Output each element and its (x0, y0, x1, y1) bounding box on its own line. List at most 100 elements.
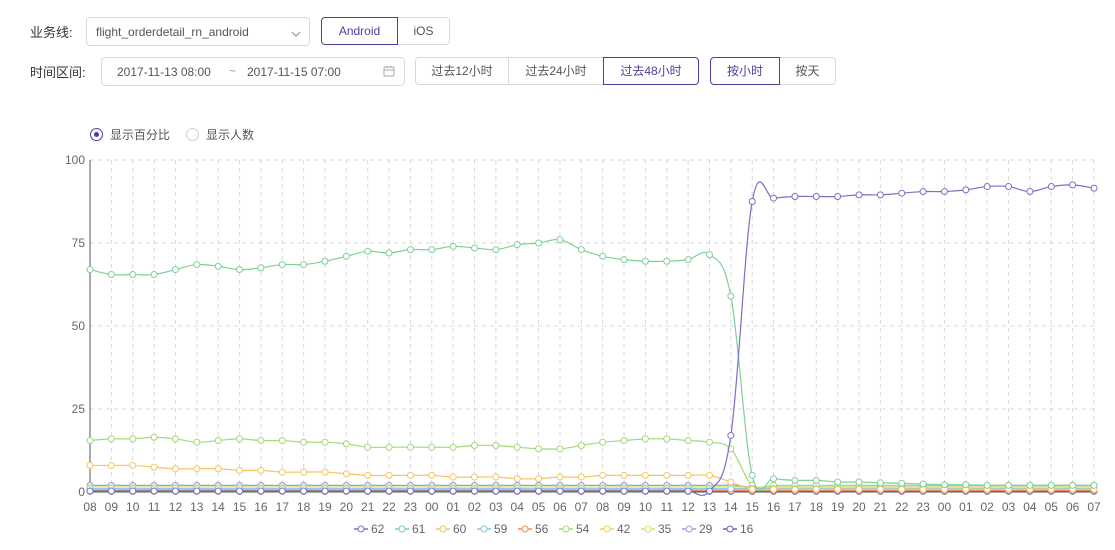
data-point-61 (385, 249, 393, 257)
data-point-54 (214, 437, 222, 445)
series-line-62 (89, 181, 1095, 496)
x-tick-label: 02 (981, 500, 995, 514)
x-tick-label: 08 (596, 500, 610, 514)
x-tick-label: 14 (724, 500, 738, 514)
legend-label-61: 61 (412, 522, 426, 536)
platform-android-button[interactable]: Android (321, 17, 398, 45)
legend-marker-62 (357, 525, 365, 533)
data-point-62 (406, 487, 414, 495)
data-point-61 (748, 471, 756, 479)
legend-marker-60 (439, 525, 447, 533)
data-point-61 (1069, 481, 1077, 489)
data-point-62 (855, 191, 863, 199)
data-point-61 (129, 271, 137, 279)
data-point-60 (684, 471, 692, 479)
data-point-62 (898, 189, 906, 197)
data-point-61 (620, 256, 628, 264)
x-tick-label: 07 (575, 500, 589, 514)
data-point-62 (300, 487, 308, 495)
legend-marker-42 (603, 525, 611, 533)
x-tick-label: 07 (1087, 500, 1101, 514)
x-tick-label: 23 (404, 500, 418, 514)
data-point-61 (535, 239, 543, 247)
x-tick-label: 15 (233, 500, 247, 514)
x-tick-label: 22 (382, 500, 396, 514)
data-point-62 (471, 487, 479, 495)
data-point-62 (983, 183, 991, 191)
data-point-61 (1047, 481, 1055, 489)
data-point-60 (129, 461, 137, 469)
x-tick-label: 03 (1002, 500, 1016, 514)
data-point-60 (727, 478, 735, 486)
data-point-60 (876, 485, 884, 493)
data-point-62 (193, 487, 201, 495)
data-point-62 (577, 487, 585, 495)
data-point-54 (428, 443, 436, 451)
data-point-61 (492, 246, 500, 254)
data-point-54 (492, 442, 500, 450)
data-point-60 (278, 468, 286, 476)
x-tick-label: 17 (276, 500, 290, 514)
data-point-62 (107, 487, 115, 495)
data-point-54 (556, 445, 564, 453)
data-point-60 (257, 466, 265, 474)
data-point-54 (471, 442, 479, 450)
data-point-62 (770, 194, 778, 202)
x-tick-label: 17 (788, 500, 802, 514)
data-point-54 (342, 440, 350, 448)
data-point-61 (1005, 481, 1013, 489)
data-point-60 (428, 471, 436, 479)
data-point-61 (193, 261, 201, 269)
data-point-62 (641, 487, 649, 495)
legend-label-59: 59 (494, 522, 508, 536)
data-point-61 (577, 246, 585, 254)
x-tick-label: 03 (489, 500, 503, 514)
data-point-61 (342, 252, 350, 260)
x-tick-label: 19 (831, 500, 845, 514)
data-point-61 (876, 479, 884, 487)
data-point-61 (791, 476, 799, 484)
data-point-61 (150, 271, 158, 279)
data-point-62 (834, 193, 842, 201)
data-point-61 (513, 241, 521, 249)
data-point-60 (406, 471, 414, 479)
data-point-61 (428, 246, 436, 254)
y-tick-label: 0 (78, 485, 85, 499)
data-point-62 (791, 193, 799, 201)
x-tick-label: 05 (532, 500, 546, 514)
data-point-54 (257, 437, 265, 445)
x-tick-label: 09 (105, 500, 119, 514)
data-point-60 (748, 485, 756, 493)
data-point-62 (1090, 184, 1098, 192)
legend-marker-54 (562, 525, 570, 533)
data-point-62 (556, 487, 564, 495)
data-point-62 (513, 487, 521, 495)
data-point-54 (577, 442, 585, 450)
data-point-54 (620, 437, 628, 445)
data-point-61 (236, 266, 244, 274)
y-tick-label: 25 (72, 402, 86, 416)
data-point-60 (791, 485, 799, 493)
data-point-62 (236, 487, 244, 495)
x-tick-label: 12 (169, 500, 183, 514)
x-tick-label: 11 (148, 500, 161, 514)
data-point-62 (257, 487, 265, 495)
data-point-60 (577, 473, 585, 481)
legend-label-56: 56 (535, 522, 549, 536)
data-point-60 (193, 465, 201, 473)
data-point-54 (513, 443, 521, 451)
data-point-62 (812, 193, 820, 201)
data-point-62 (364, 487, 372, 495)
data-point-54 (171, 435, 179, 443)
quick-range-48h-button[interactable]: 过去48小时 (603, 57, 699, 85)
data-point-59 (727, 485, 735, 493)
data-point-60 (812, 485, 820, 493)
series-line-61 (89, 238, 1094, 492)
data-point-62 (940, 188, 948, 196)
data-point-60 (236, 466, 244, 474)
x-tick-label: 00 (425, 500, 439, 514)
data-point-61 (663, 257, 671, 265)
granularity-hour-button[interactable]: 按小时 (710, 57, 780, 85)
data-point-54 (321, 438, 329, 446)
data-point-54 (150, 433, 158, 441)
